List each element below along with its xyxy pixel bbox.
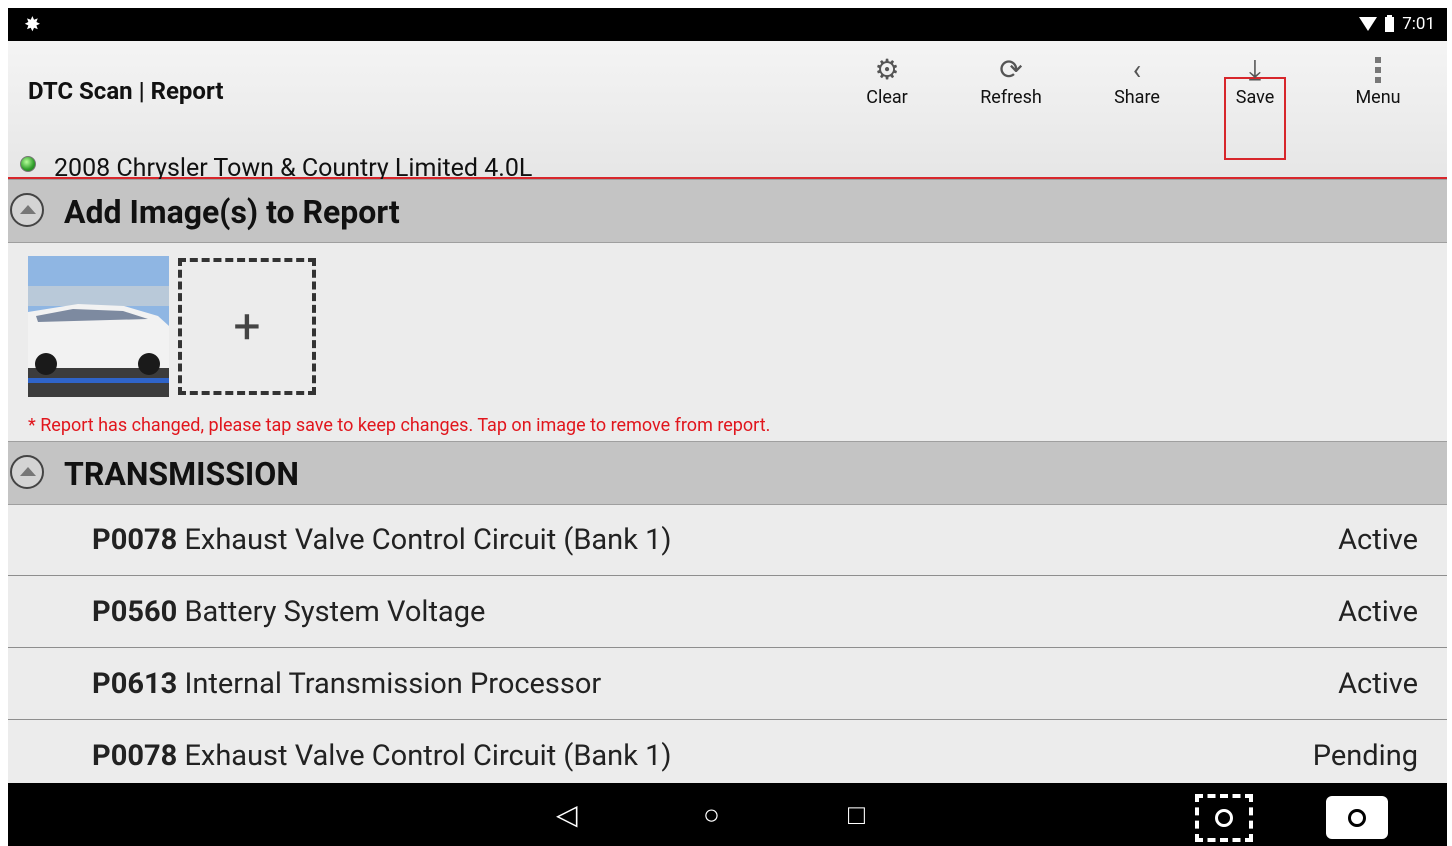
dtc-code: P0560 xyxy=(92,595,178,629)
overflow-menu-icon xyxy=(1342,53,1414,87)
status-indicators: 7:01 xyxy=(1359,14,1435,34)
vehicle-info: 2008 Chrysler Town & Country Limited 4.0… xyxy=(20,144,532,183)
dtc-status: Active xyxy=(1338,667,1418,701)
menu-label: Menu xyxy=(1355,87,1401,108)
app-window: ✸ 7:01 DTC Scan | Report 2008 Chrysler T… xyxy=(8,8,1447,846)
share-button[interactable]: ‹ Share xyxy=(1101,53,1173,108)
screenshot-camera-icon[interactable] xyxy=(1195,794,1253,842)
home-icon[interactable]: ○ xyxy=(703,798,720,831)
dtc-list: P0078 Exhaust Valve Control Circuit (Ban… xyxy=(8,504,1447,792)
share-icon: ‹ xyxy=(1132,53,1142,86)
dtc-code: P0613 xyxy=(92,667,178,701)
refresh-button[interactable]: ⟳ Refresh xyxy=(975,53,1047,108)
status-time: 7:01 xyxy=(1402,14,1435,34)
collapse-icon[interactable] xyxy=(10,455,44,489)
clear-label: Clear xyxy=(866,87,908,108)
dtc-status: Active xyxy=(1338,595,1418,629)
recents-icon[interactable]: □ xyxy=(848,798,865,831)
images-section-title: Add Image(s) to Report xyxy=(64,193,400,231)
connection-status-icon xyxy=(20,155,36,172)
android-nav-bar: ◁ ○ □ xyxy=(8,783,1447,846)
dtc-row[interactable]: P0560 Battery System Voltage Active xyxy=(8,576,1447,648)
page-title: DTC Scan | Report xyxy=(28,77,224,105)
engine-icon: ⚙ xyxy=(874,53,900,86)
back-icon[interactable]: ◁ xyxy=(556,798,578,831)
dtc-row[interactable]: P0613 Internal Transmission Processor Ac… xyxy=(8,648,1447,720)
dtc-code: P0078 xyxy=(92,523,178,557)
menu-button[interactable]: Menu xyxy=(1342,53,1414,108)
transmission-section-header[interactable]: TRANSMISSION xyxy=(8,441,1447,505)
save-label: Save xyxy=(1235,87,1275,108)
dtc-row[interactable]: P0078 Exhaust Valve Control Circuit (Ban… xyxy=(8,504,1447,576)
battery-icon xyxy=(1385,14,1395,32)
status-bar: ✸ 7:01 xyxy=(8,8,1447,41)
report-image-thumbnail[interactable] xyxy=(28,256,169,397)
app-header: DTC Scan | Report 2008 Chrysler Town & C… xyxy=(8,41,1447,183)
dtc-status: Pending xyxy=(1312,739,1418,773)
transmission-section-title: TRANSMISSION xyxy=(64,455,299,493)
clear-button[interactable]: ⚙ Clear xyxy=(851,53,923,108)
download-icon: ⤓ xyxy=(1248,53,1262,86)
collapse-icon[interactable] xyxy=(10,193,44,227)
refresh-icon: ⟳ xyxy=(999,53,1023,86)
images-section-header[interactable]: Add Image(s) to Report xyxy=(8,179,1447,243)
save-button[interactable]: ⤓ Save xyxy=(1219,53,1291,108)
add-image-button[interactable]: + xyxy=(178,258,316,395)
settings-gear-icon: ✸ xyxy=(24,12,41,36)
dtc-code: P0078 xyxy=(92,739,178,773)
dtc-status: Active xyxy=(1338,523,1418,557)
share-label: Share xyxy=(1114,87,1160,108)
dtc-description: Battery System Voltage xyxy=(184,595,486,629)
plus-icon: + xyxy=(233,298,261,355)
dtc-description: Exhaust Valve Control Circuit (Bank 1) xyxy=(184,739,672,773)
report-changed-notice: * Report has changed, please tap save to… xyxy=(28,415,771,436)
dtc-description: Exhaust Valve Control Circuit (Bank 1) xyxy=(184,523,672,557)
camera-icon[interactable] xyxy=(1326,796,1388,839)
wifi-icon xyxy=(1359,17,1378,31)
refresh-label: Refresh xyxy=(980,87,1042,108)
dtc-description: Internal Transmission Processor xyxy=(184,667,602,701)
dtc-row[interactable]: P0078 Exhaust Valve Control Circuit (Ban… xyxy=(8,720,1447,792)
